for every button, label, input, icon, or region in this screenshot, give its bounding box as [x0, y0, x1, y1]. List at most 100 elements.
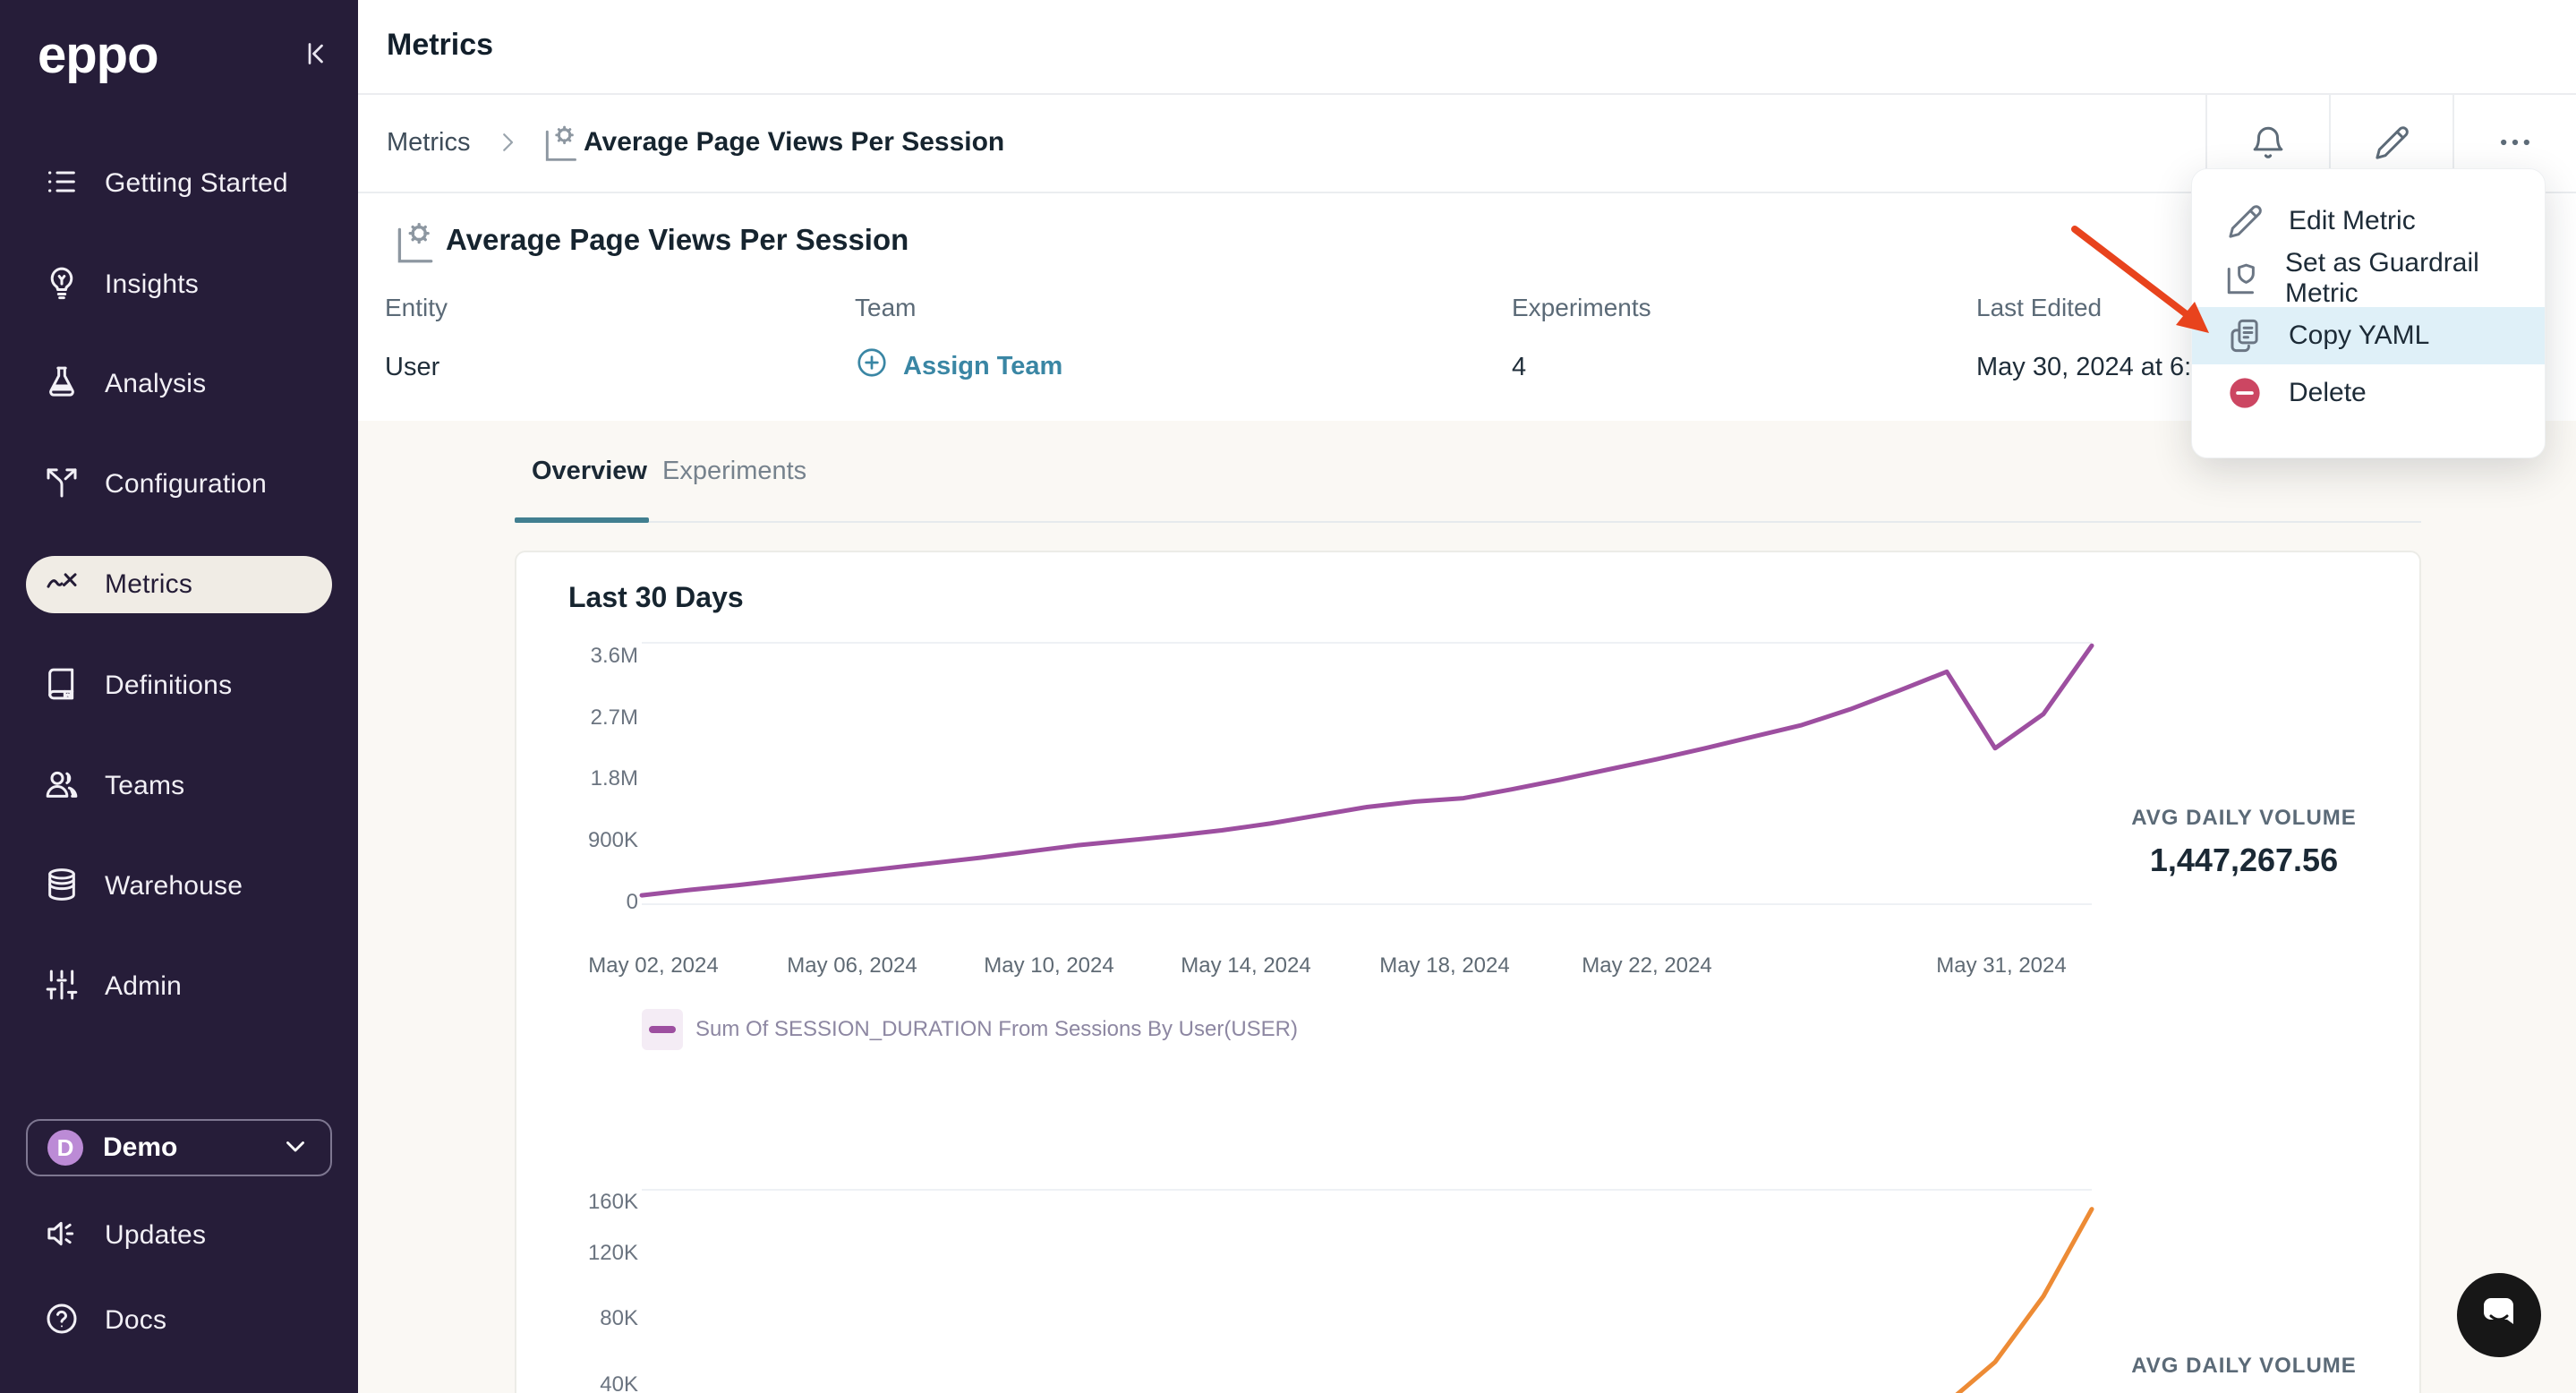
y-axis-tick: 120K: [587, 1241, 638, 1265]
chat-widget-button[interactable]: [2456, 1272, 2542, 1358]
metric-title: Average Page Views Per Session: [446, 223, 909, 256]
sidebar-item-docs[interactable]: Docs: [26, 1292, 332, 1349]
x-axis-tick: May 14, 2024: [1181, 953, 1311, 978]
assign-team-button[interactable]: Assign Team: [855, 346, 1062, 387]
sliders-icon: [44, 967, 80, 1007]
x-axis-tick: May 10, 2024: [984, 953, 1114, 978]
split-arrows-icon: [44, 465, 80, 505]
pencil-icon: [2224, 202, 2265, 240]
y-axis-tick: 160K: [587, 1190, 638, 1214]
field-label: Entity: [385, 294, 448, 321]
metric-gear-icon: [392, 218, 437, 271]
sidebar: eppo Getting Started Insights Analysis C…: [0, 0, 358, 1393]
chevron-down-icon: [280, 1131, 311, 1166]
workspace-name: Demo: [103, 1132, 178, 1162]
tab-overview[interactable]: Overview: [532, 457, 647, 486]
field-label: Team: [855, 294, 917, 321]
legend-label: Sum Of SESSION_DURATION From Sessions By…: [695, 1017, 1299, 1041]
sidebar-item-updates[interactable]: Updates: [26, 1207, 332, 1264]
flask-icon: [44, 364, 80, 405]
lightbulb-icon: [44, 265, 80, 305]
sidebar-item-teams[interactable]: Teams: [26, 757, 332, 815]
sidebar-collapse-button[interactable]: [295, 36, 335, 75]
menu-item-copy-yaml[interactable]: Copy YAML: [2192, 307, 2545, 364]
collapse-sidebar-icon: [299, 38, 331, 74]
sidebar-item-label: Analysis: [105, 369, 207, 398]
menu-item-label: Copy YAML: [2289, 320, 2430, 350]
sidebar-item-label: Metrics: [105, 569, 193, 599]
field-team: Team Assign Team: [855, 294, 1062, 387]
database-icon: [44, 867, 80, 907]
y-axis-tick: 40K: [600, 1372, 638, 1393]
last-30-days-card: Last 30 Days 3.6M 2.7M 1.8M 900K 0 May 0…: [515, 551, 2421, 1393]
bell-icon: [2249, 124, 2287, 166]
field-value: User: [385, 353, 440, 381]
field-last-edited: Last Edited May 30, 2024 at 6:5: [1976, 294, 2205, 382]
sidebar-item-insights[interactable]: Insights: [26, 256, 332, 313]
x-axis-tick: May 22, 2024: [1582, 953, 1712, 978]
breadcrumb-root-link[interactable]: Metrics: [387, 128, 470, 158]
tab-baseline: [515, 521, 2421, 523]
x-axis-tick: May 31, 2024: [1936, 953, 2067, 978]
circle-plus-icon: [855, 346, 889, 387]
menu-item-set-guardrail[interactable]: Set as Guardrail Metric: [2192, 248, 2545, 308]
metric-gear-icon: [541, 122, 580, 169]
sidebar-item-definitions[interactable]: Definitions: [26, 657, 332, 714]
book-icon: [44, 666, 80, 706]
sidebar-item-label: Admin: [105, 971, 183, 1001]
stat-value: 1,447,267.56: [2149, 842, 2339, 878]
megaphone-icon: [44, 1216, 80, 1256]
y-axis-tick: 80K: [600, 1306, 638, 1330]
sidebar-item-getting-started[interactable]: Getting Started: [26, 155, 332, 212]
menu-item-delete[interactable]: Delete: [2192, 364, 2545, 422]
breadcrumb-current: Average Page Views Per Session: [584, 127, 1005, 157]
y-axis-tick: 1.8M: [590, 766, 638, 791]
metrics-page: eppo Getting Started Insights Analysis C…: [0, 0, 2576, 1393]
menu-item-label: Edit Metric: [2289, 206, 2416, 235]
x-axis-tick: May 18, 2024: [1379, 953, 1510, 978]
stat-label: AVG DAILY VOLUME: [2131, 806, 2357, 830]
legend-swatch: [642, 1009, 683, 1050]
sidebar-item-label: Warehouse: [105, 871, 243, 901]
pencil-icon: [2373, 124, 2410, 166]
field-value: May 30, 2024 at 6:5: [1976, 353, 2206, 381]
trend-line-icon: [44, 565, 80, 605]
sidebar-item-admin[interactable]: Admin: [26, 958, 332, 1015]
field-label: Experiments: [1512, 294, 1651, 321]
sidebar-item-warehouse[interactable]: Warehouse: [26, 858, 332, 915]
question-circle-icon: [44, 1301, 80, 1341]
sidebar-item-label: Docs: [105, 1305, 167, 1335]
workspace-avatar: D: [47, 1130, 83, 1166]
chevron-right-icon: [494, 129, 521, 160]
copy-document-icon: [2224, 317, 2265, 355]
guardrail-shield-icon: [2224, 260, 2262, 297]
page-title: Metrics: [387, 28, 494, 62]
stat-label: AVG DAILY VOLUME: [2131, 1354, 2357, 1378]
tab-experiments[interactable]: Experiments: [662, 457, 806, 486]
y-axis-tick: 900K: [587, 828, 638, 852]
sidebar-item-metrics[interactable]: Metrics: [26, 556, 332, 613]
menu-item-edit-metric[interactable]: Edit Metric: [2192, 192, 2545, 250]
eppo-logo: eppo: [38, 26, 159, 84]
sidebar-item-analysis[interactable]: Analysis: [26, 355, 332, 413]
sidebar-item-configuration[interactable]: Configuration: [26, 456, 332, 513]
delete-minus-icon: [2224, 374, 2265, 412]
y-axis-tick: 0: [626, 890, 638, 914]
volume-chart-svg: [639, 642, 2094, 905]
sidebar-item-label: Insights: [105, 269, 199, 299]
sidebar-item-label: Updates: [105, 1220, 207, 1250]
chart-legend[interactable]: Sum Of SESSION_DURATION From Sessions By…: [642, 1009, 1298, 1050]
menu-item-label: Set as Guardrail Metric: [2285, 248, 2479, 308]
card-title: Last 30 Days: [568, 581, 744, 613]
workspace-switcher[interactable]: D Demo: [26, 1119, 332, 1176]
list-icon: [44, 164, 80, 204]
y-axis-tick: 3.6M: [590, 644, 638, 668]
y-axis-tick: 2.7M: [590, 705, 638, 730]
sidebar-item-label: Teams: [105, 771, 185, 800]
avg-daily-volume-stat: AVG DAILY VOLUME: [2110, 1354, 2378, 1379]
ellipsis-icon: [2495, 123, 2535, 167]
x-axis-tick: May 06, 2024: [787, 953, 917, 978]
avg-daily-volume-stat: AVG DAILY VOLUME 1,447,267.56: [2110, 806, 2378, 879]
top-bar: Metrics: [358, 0, 2576, 95]
legend-line-swatch: [649, 1026, 676, 1033]
